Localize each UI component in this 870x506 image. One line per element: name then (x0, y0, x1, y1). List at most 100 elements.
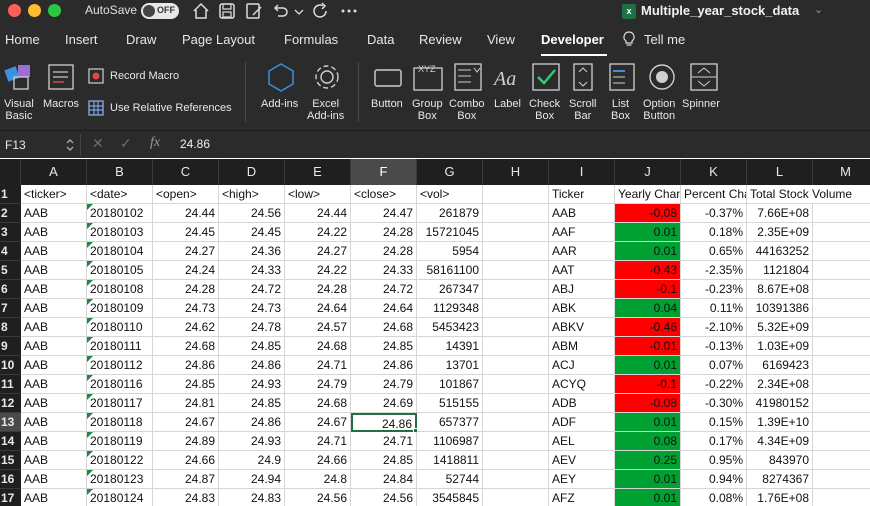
cell-i6[interactable]: ABJ (549, 280, 615, 299)
autosave-toggle[interactable]: OFF (141, 3, 179, 19)
cell-m13[interactable] (813, 413, 870, 432)
cell-h11[interactable] (483, 375, 549, 394)
cell-f4[interactable]: 24.28 (351, 242, 417, 261)
column-header-b[interactable]: B (87, 159, 153, 185)
cell-g8[interactable]: 5453423 (417, 318, 483, 337)
tab-home[interactable]: Home (5, 32, 40, 47)
scroll-bar-label[interactable]: Scroll Bar (569, 98, 597, 122)
cell-h4[interactable] (483, 242, 549, 261)
cell-c8[interactable]: 24.62 (153, 318, 219, 337)
cell-k17[interactable]: 0.08% (681, 489, 747, 506)
cell-k8[interactable]: -2.10% (681, 318, 747, 337)
cell-c2[interactable]: 24.44 (153, 204, 219, 223)
cell-h2[interactable] (483, 204, 549, 223)
confirm-icon[interactable]: ✓ (120, 135, 132, 152)
cell-i17[interactable]: AFZ (549, 489, 615, 506)
zoom-window-button[interactable] (48, 4, 61, 17)
option-button-label[interactable]: Option Button (643, 98, 675, 122)
cell-j11[interactable]: -0.1 (615, 375, 681, 394)
cell-i7[interactable]: ABK (549, 299, 615, 318)
cell-a6[interactable]: AAB (21, 280, 87, 299)
cell-l5[interactable]: 1121804 (747, 261, 813, 280)
cell-g3[interactable]: 15721045 (417, 223, 483, 242)
cell-a13[interactable]: AAB (21, 413, 87, 432)
cell-g2[interactable]: 261879 (417, 204, 483, 223)
cell-j14[interactable]: 0.08 (615, 432, 681, 451)
column-header-h[interactable]: H (483, 159, 549, 185)
cell-l12[interactable]: 41980152 (747, 394, 813, 413)
cell-j15[interactable]: 0.25 (615, 451, 681, 470)
row-header-16[interactable]: 16 (0, 470, 21, 489)
add-ins-label[interactable]: Add-ins (261, 98, 298, 110)
group-box-label[interactable]: Group Box (412, 98, 443, 122)
row-header-10[interactable]: 10 (0, 356, 21, 375)
cell-j16[interactable]: 0.01 (615, 470, 681, 489)
cell-b8[interactable]: 20180110 (87, 318, 153, 337)
cell-i8[interactable]: ABKV (549, 318, 615, 337)
cell-j9[interactable]: -0.01 (615, 337, 681, 356)
cell-d4[interactable]: 24.36 (219, 242, 285, 261)
undo-dropdown-icon[interactable] (293, 1, 313, 21)
cell-b6[interactable]: 20180108 (87, 280, 153, 299)
cell-i13[interactable]: ADF (549, 413, 615, 432)
cell-b16[interactable]: 20180123 (87, 470, 153, 489)
cell-k10[interactable]: 0.07% (681, 356, 747, 375)
cell-g13[interactable]: 657377 (417, 413, 483, 432)
column-header-m[interactable]: M (813, 159, 870, 185)
cell-m10[interactable] (813, 356, 870, 375)
cell-h10[interactable] (483, 356, 549, 375)
excel-add-ins-label[interactable]: Excel Add-ins (307, 98, 344, 122)
cell-h9[interactable] (483, 337, 549, 356)
cell-c4[interactable]: 24.27 (153, 242, 219, 261)
cell-c15[interactable]: 24.66 (153, 451, 219, 470)
column-header-j[interactable]: J (615, 159, 681, 185)
cell-h1[interactable] (483, 185, 549, 204)
cell-k11[interactable]: -0.22% (681, 375, 747, 394)
cell-g7[interactable]: 1129348 (417, 299, 483, 318)
cell-m7[interactable] (813, 299, 870, 318)
tab-data[interactable]: Data (367, 32, 394, 47)
cell-b14[interactable]: 20180119 (87, 432, 153, 451)
cell-a17[interactable]: AAB (21, 489, 87, 506)
cell-g6[interactable]: 267347 (417, 280, 483, 299)
combo-box-icon[interactable] (453, 62, 483, 92)
cell-a2[interactable]: AAB (21, 204, 87, 223)
cell-d2[interactable]: 24.56 (219, 204, 285, 223)
cell-c12[interactable]: 24.81 (153, 394, 219, 413)
cell-f7[interactable]: 24.64 (351, 299, 417, 318)
cell-e1[interactable]: <low> (285, 185, 351, 204)
cell-e6[interactable]: 24.28 (285, 280, 351, 299)
cell-f5[interactable]: 24.33 (351, 261, 417, 280)
relative-references-label[interactable]: Use Relative References (110, 102, 232, 114)
add-ins-icon[interactable] (266, 62, 296, 92)
cell-h7[interactable] (483, 299, 549, 318)
cell-j3[interactable]: 0.01 (615, 223, 681, 242)
cell-l8[interactable]: 5.32E+09 (747, 318, 813, 337)
cell-m12[interactable] (813, 394, 870, 413)
spinner-icon[interactable] (689, 62, 719, 92)
cell-h3[interactable] (483, 223, 549, 242)
cell-g12[interactable]: 515155 (417, 394, 483, 413)
cell-h17[interactable] (483, 489, 549, 506)
cell-d17[interactable]: 24.83 (219, 489, 285, 506)
cell-m16[interactable] (813, 470, 870, 489)
row-header-7[interactable]: 7 (0, 299, 21, 318)
cell-j10[interactable]: 0.01 (615, 356, 681, 375)
cell-k15[interactable]: 0.95% (681, 451, 747, 470)
cell-j6[interactable]: -0.1 (615, 280, 681, 299)
cell-b13[interactable]: 20180118 (87, 413, 153, 432)
row-header-11[interactable]: 11 (0, 375, 21, 394)
cell-h12[interactable] (483, 394, 549, 413)
cell-d15[interactable]: 24.9 (219, 451, 285, 470)
cell-a5[interactable]: AAB (21, 261, 87, 280)
cell-e5[interactable]: 24.22 (285, 261, 351, 280)
cell-i3[interactable]: AAF (549, 223, 615, 242)
cell-f3[interactable]: 24.28 (351, 223, 417, 242)
cell-j4[interactable]: 0.01 (615, 242, 681, 261)
tab-developer[interactable]: Developer (541, 32, 604, 47)
cell-d1[interactable]: <high> (219, 185, 285, 204)
cell-h16[interactable] (483, 470, 549, 489)
cell-a7[interactable]: AAB (21, 299, 87, 318)
cell-f10[interactable]: 24.86 (351, 356, 417, 375)
cell-h13[interactable] (483, 413, 549, 432)
